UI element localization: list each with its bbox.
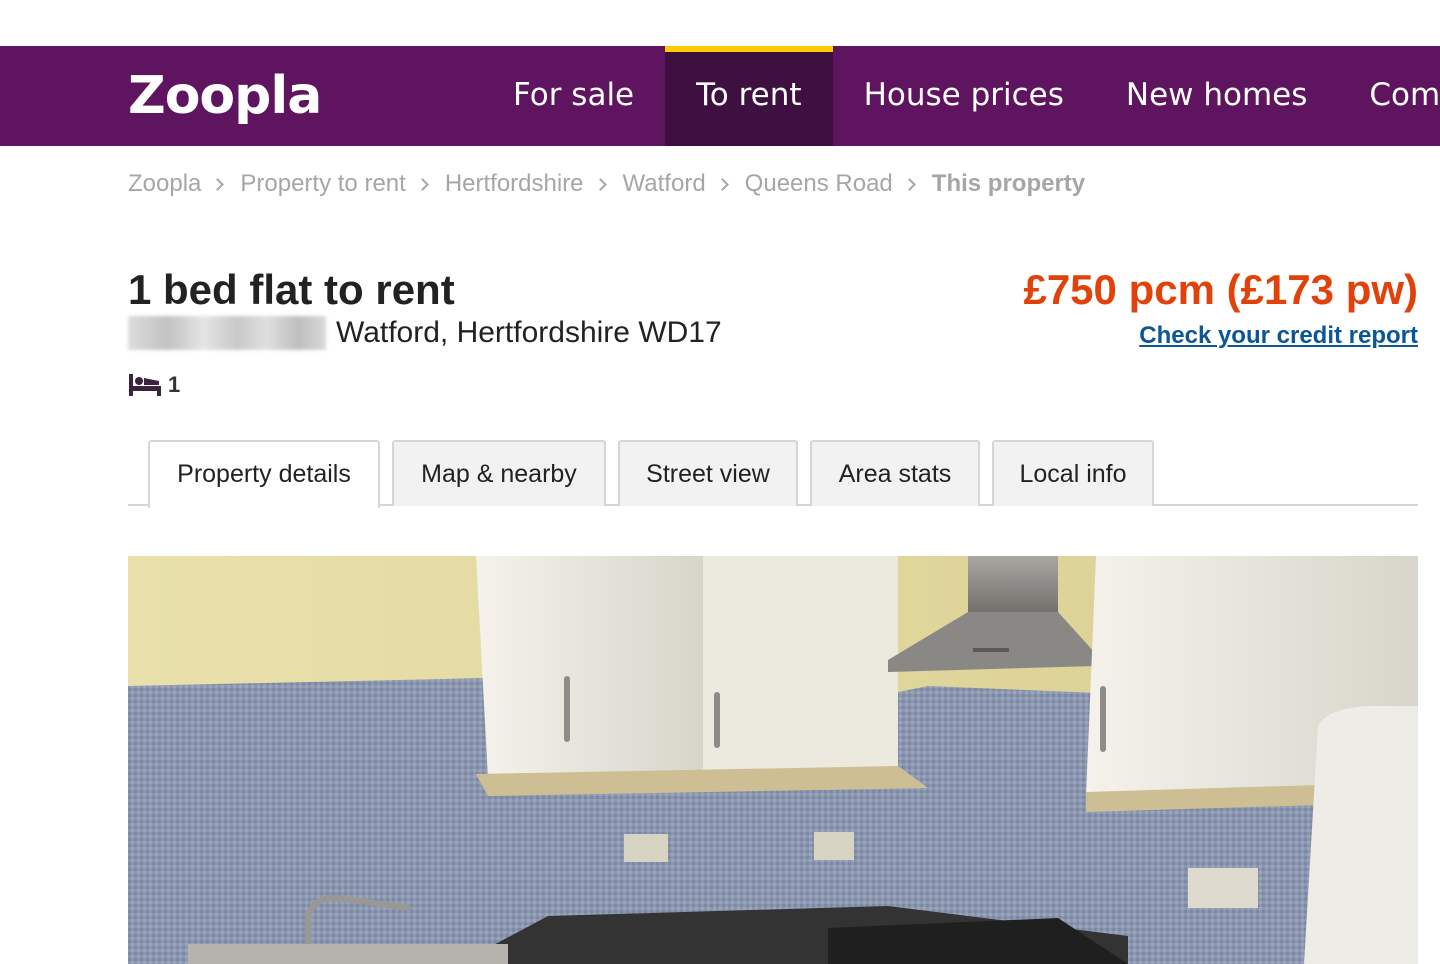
breadcrumb-hertfordshire[interactable]: Hertfordshire [445,170,584,198]
listing-address: Watford, Hertfordshire WD17 [336,316,722,349]
bedroom-count: 1 [128,372,180,398]
tab-street-view[interactable]: Street view [618,440,798,506]
nav-to-rent[interactable]: To rent [665,46,834,146]
breadcrumb-zoopla[interactable]: Zoopla [128,170,201,198]
address-row: Watford, Hertfordshire WD17 [128,316,722,350]
breadcrumb-property-to-rent[interactable]: Property to rent [240,170,405,198]
breadcrumb: Zoopla Property to rent Hertfordshire Wa… [128,170,1085,198]
site-header: Zoopla For sale To rent House prices New… [0,46,1440,146]
check-credit-report-link[interactable]: Check your credit report [1139,322,1418,350]
tab-local-info[interactable]: Local info [992,440,1154,506]
breadcrumb-queens-road[interactable]: Queens Road [745,170,893,198]
listing-tabs: Property details Map & nearby Street vie… [128,440,1418,508]
chevron-right-icon [902,177,916,191]
listing-title: 1 bed flat to rent [128,266,455,313]
nav-new-homes[interactable]: New homes [1095,46,1339,146]
zoopla-logo[interactable]: Zoopla [128,64,322,128]
property-photo[interactable] [128,556,1418,964]
nav-house-prices[interactable]: House prices [833,46,1095,146]
bed-icon [129,374,161,396]
blurred-street-name [128,316,326,350]
breadcrumb-this-property: This property [931,170,1086,197]
listing-price: £750 pcm (£173 pw) [1023,266,1418,313]
chevron-right-icon [593,177,607,191]
nav-for-sale[interactable]: For sale [482,46,665,146]
tab-property-details[interactable]: Property details [148,440,380,508]
bed-count-value: 1 [168,372,181,397]
breadcrumb-watford[interactable]: Watford [623,170,706,198]
chevron-right-icon [211,177,225,191]
tab-area-stats[interactable]: Area stats [810,440,980,506]
main-nav: For sale To rent House prices New homes … [482,46,1440,146]
nav-commercial[interactable]: Comme [1338,46,1440,146]
kitchen-photo-image [128,556,1418,964]
chevron-right-icon [415,177,429,191]
tab-map-nearby[interactable]: Map & nearby [392,440,606,506]
chevron-right-icon [715,177,729,191]
